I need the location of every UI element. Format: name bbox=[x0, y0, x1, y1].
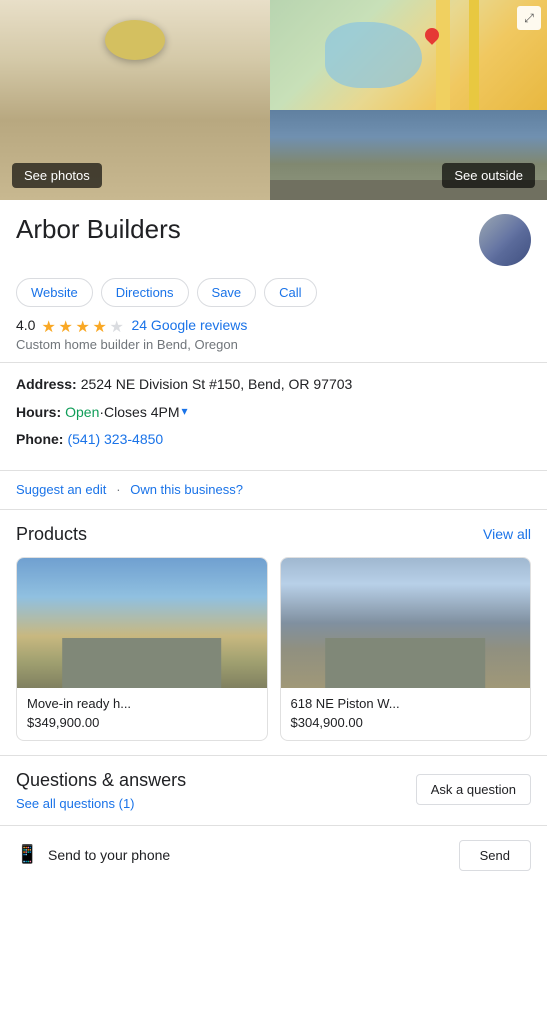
send-to-phone-section: 📱 Send to your phone Send bbox=[0, 826, 547, 885]
status-close: Closes 4PM bbox=[104, 403, 179, 423]
products-grid: Move-in ready h... $349,900.00 618 NE Pi… bbox=[16, 557, 531, 741]
edit-links-section: Suggest an edit · Own this business? bbox=[0, 471, 547, 510]
product-info-2: 618 NE Piston W... $304,900.00 bbox=[281, 688, 531, 740]
hero-interior-photo[interactable]: See photos bbox=[0, 0, 270, 200]
hero-street-photo[interactable]: See outside bbox=[270, 110, 547, 200]
business-name: Arbor Builders bbox=[16, 214, 181, 245]
product-price-2: $304,900.00 bbox=[291, 715, 521, 730]
star-2: ★ bbox=[58, 317, 74, 333]
directions-button[interactable]: Directions bbox=[101, 278, 189, 307]
hours-toggle-icon[interactable]: ▾ bbox=[182, 403, 188, 420]
see-all-questions-link[interactable]: See all questions (1) bbox=[16, 796, 135, 811]
qa-left: Questions & answers See all questions (1… bbox=[16, 770, 186, 811]
product-card-2[interactable]: 618 NE Piston W... $304,900.00 bbox=[280, 557, 532, 741]
see-photos-button[interactable]: See photos bbox=[12, 163, 102, 188]
hours-label: Hours: bbox=[16, 403, 61, 423]
hero-map[interactable]: ⤢ bbox=[270, 0, 547, 110]
phone-link[interactable]: (541) 323-4850 bbox=[67, 430, 163, 450]
product-info-1: Move-in ready h... $349,900.00 bbox=[17, 688, 267, 740]
status-open: Open bbox=[65, 403, 99, 423]
star-4: ★ bbox=[92, 317, 108, 333]
qa-section: Questions & answers See all questions (1… bbox=[0, 756, 547, 826]
reviews-link[interactable]: 24 Google reviews bbox=[131, 317, 247, 333]
product-name-2: 618 NE Piston W... bbox=[291, 696, 521, 711]
hours-row: Hours: Open · Closes 4PM ▾ bbox=[16, 403, 531, 423]
product-image-2 bbox=[281, 558, 531, 688]
product-image-1 bbox=[17, 558, 267, 688]
business-type: Custom home builder in Bend, Oregon bbox=[16, 337, 531, 352]
send-to-phone-icon: 📱 bbox=[16, 844, 38, 866]
products-section: Products View all Move-in ready h... $34… bbox=[0, 510, 547, 756]
star-rating: ★ ★ ★ ★ ★ bbox=[41, 317, 125, 333]
products-title: Products bbox=[16, 524, 87, 545]
business-info-section: Arbor Builders Website Directions Save C… bbox=[0, 200, 547, 363]
avatar[interactable] bbox=[479, 214, 531, 266]
map-expand-button[interactable]: ⤢ bbox=[517, 6, 541, 30]
qa-title: Questions & answers bbox=[16, 770, 186, 791]
website-button[interactable]: Website bbox=[16, 278, 93, 307]
address-label: Address: bbox=[16, 375, 77, 395]
rating-number: 4.0 bbox=[16, 317, 35, 333]
product-card-1[interactable]: Move-in ready h... $349,900.00 bbox=[16, 557, 268, 741]
map-road-1 bbox=[436, 0, 450, 110]
action-buttons: Website Directions Save Call bbox=[16, 278, 531, 307]
map-pin-icon bbox=[422, 28, 442, 54]
map-water-feature bbox=[325, 22, 422, 88]
send-label: Send to your phone bbox=[48, 847, 170, 863]
star-5: ★ bbox=[109, 317, 125, 333]
phone-row: Phone: (541) 323-4850 bbox=[16, 430, 531, 450]
details-section: Address: 2524 NE Division St #150, Bend,… bbox=[0, 363, 547, 471]
products-header: Products View all bbox=[16, 524, 531, 545]
hero-right-panel: ⤢ See outside bbox=[270, 0, 547, 200]
own-business-link[interactable]: Own this business? bbox=[130, 482, 243, 497]
send-left: 📱 Send to your phone bbox=[16, 844, 170, 866]
address-value: 2524 NE Division St #150, Bend, OR 97703 bbox=[81, 375, 353, 395]
save-button[interactable]: Save bbox=[197, 278, 257, 307]
call-button[interactable]: Call bbox=[264, 278, 316, 307]
view-all-link[interactable]: View all bbox=[483, 526, 531, 542]
map-road-2 bbox=[469, 0, 479, 110]
product-name-1: Move-in ready h... bbox=[27, 696, 257, 711]
address-row: Address: 2524 NE Division St #150, Bend,… bbox=[16, 375, 531, 395]
edit-separator: · bbox=[116, 482, 124, 497]
house-sim-1 bbox=[42, 597, 242, 688]
product-price-1: $349,900.00 bbox=[27, 715, 257, 730]
send-button[interactable]: Send bbox=[459, 840, 531, 871]
star-3: ★ bbox=[75, 317, 91, 333]
star-1: ★ bbox=[41, 317, 57, 333]
hero-section: See photos ⤢ See outside bbox=[0, 0, 547, 200]
phone-label: Phone: bbox=[16, 430, 63, 450]
suggest-edit-link[interactable]: Suggest an edit bbox=[16, 482, 106, 497]
business-header: Arbor Builders bbox=[16, 214, 531, 266]
see-outside-button[interactable]: See outside bbox=[442, 163, 535, 188]
house-sim-2 bbox=[305, 597, 505, 688]
ask-question-button[interactable]: Ask a question bbox=[416, 774, 531, 805]
rating-row: 4.0 ★ ★ ★ ★ ★ 24 Google reviews bbox=[16, 317, 531, 333]
